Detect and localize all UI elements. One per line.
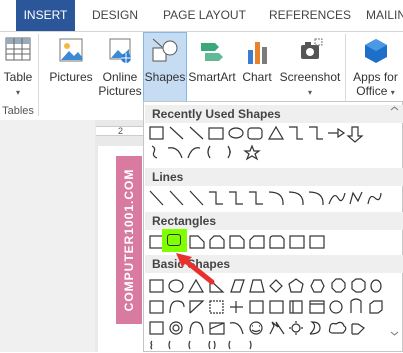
basic-shapes-grid[interactable] bbox=[148, 277, 388, 353]
right-arrow-icon bbox=[328, 127, 346, 139]
star-icon bbox=[243, 144, 261, 161]
scribble-icon bbox=[151, 145, 158, 159]
chevron-down-icon: ▾ bbox=[15, 88, 20, 97]
right-brace-icon bbox=[227, 145, 231, 159]
chart-label: Chart bbox=[242, 70, 272, 84]
pointer-arrow-icon bbox=[176, 253, 215, 285]
apps-for-office-button[interactable]: Apps for Office ▾ bbox=[348, 32, 403, 102]
tab-insert[interactable]: INSERT bbox=[16, 0, 75, 31]
screenshot-icon bbox=[301, 38, 323, 59]
rounded-rectangle-shape[interactable] bbox=[167, 234, 181, 246]
section-recently-used: Recently Used Shapes bbox=[145, 105, 403, 123]
section-rectangles: Rectangles bbox=[145, 212, 403, 230]
table-icon bbox=[5, 37, 31, 61]
down-arrow-icon bbox=[346, 126, 364, 143]
rounded-rect-icon bbox=[247, 127, 263, 140]
tab-references[interactable]: REFERENCES bbox=[269, 0, 351, 31]
recent-shapes-row[interactable] bbox=[148, 124, 388, 164]
line-icon bbox=[169, 126, 184, 140]
online-pictures-icon bbox=[109, 38, 131, 63]
smartart-icon bbox=[201, 43, 223, 61]
rectangle-icon bbox=[208, 127, 224, 140]
oval-icon bbox=[228, 127, 244, 139]
elbow-connector-icon bbox=[289, 126, 303, 140]
curve-icon bbox=[187, 147, 201, 159]
group-label-tables: Tables bbox=[2, 105, 34, 117]
chart-icon bbox=[248, 42, 267, 64]
section-lines: Lines bbox=[145, 168, 403, 186]
shapes-button[interactable]: Shapes bbox=[143, 32, 187, 102]
text-box-icon bbox=[149, 126, 164, 140]
left-brace-icon bbox=[207, 145, 211, 159]
table-button[interactable]: Table ▾ bbox=[0, 32, 36, 102]
apps-icon bbox=[364, 39, 387, 63]
chart-button[interactable]: Chart bbox=[237, 32, 277, 102]
elbow-arrow-icon bbox=[309, 126, 323, 140]
tab-design[interactable]: DESIGN bbox=[92, 0, 138, 31]
ribbon-tab-bar: INSERT DESIGN PAGE LAYOUT REFERENCES MAI… bbox=[0, 0, 403, 31]
gallery-scrollbar[interactable] bbox=[390, 106, 399, 336]
shapes-gallery[interactable]: Recently Used Shapes Lines Rectangles Ba… bbox=[143, 101, 403, 352]
online-pictures-button[interactable]: Online Pictures bbox=[97, 32, 143, 102]
chevron-down-icon: ▾ bbox=[307, 88, 312, 97]
watermark-text: COMPUTER1001.COM bbox=[122, 168, 136, 312]
shapes-label: Shapes bbox=[144, 70, 186, 84]
page-margin-area bbox=[0, 120, 95, 352]
table-label: Table ▾ bbox=[3, 70, 33, 97]
screenshot-label: Screenshot ▾ bbox=[279, 70, 341, 97]
arc-icon bbox=[167, 147, 183, 159]
pictures-icon bbox=[59, 38, 83, 62]
smartart-button[interactable]: SmartArt bbox=[187, 32, 237, 102]
lines-row[interactable] bbox=[148, 189, 388, 209]
pictures-label: Pictures bbox=[49, 70, 93, 84]
online-pictures-label: Online Pictures bbox=[98, 70, 142, 98]
shapes-icon bbox=[152, 38, 178, 62]
apps-label: Apps for Office ▾ bbox=[353, 70, 398, 98]
smartart-label: SmartArt bbox=[188, 70, 236, 84]
pictures-button[interactable]: Pictures bbox=[46, 32, 96, 102]
tab-mailings[interactable]: MAILIN bbox=[366, 0, 403, 31]
screenshot-button[interactable]: Screenshot ▾ bbox=[277, 32, 343, 102]
tab-page-layout[interactable]: PAGE LAYOUT bbox=[163, 0, 246, 31]
arrow-line-icon bbox=[189, 126, 204, 140]
watermark-strip: COMPUTER1001.COM bbox=[116, 156, 142, 324]
triangle-icon bbox=[267, 125, 285, 140]
group-separator bbox=[38, 34, 39, 116]
